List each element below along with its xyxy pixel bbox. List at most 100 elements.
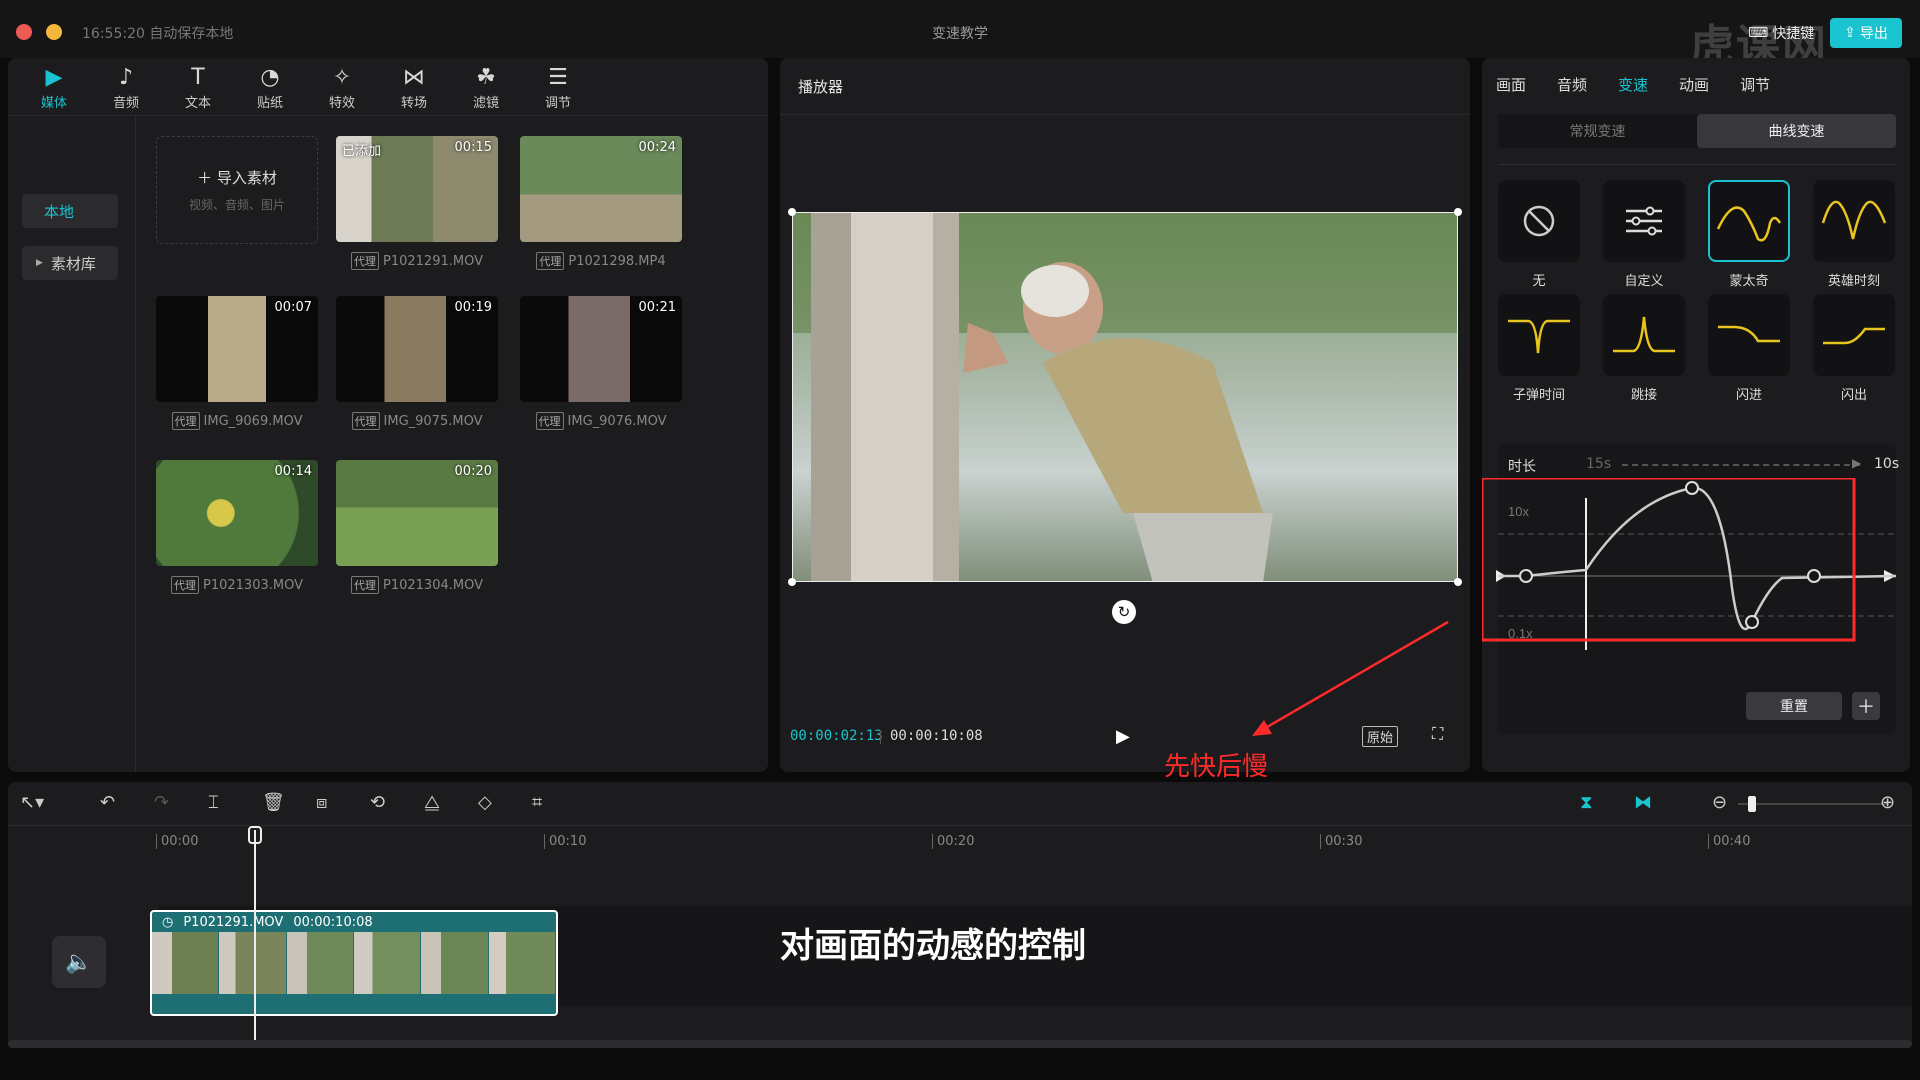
title-bar: 16:55:20 自动保存本地 变速教学 虎课网 ⌨ 快捷键 ⇪ 导出: [0, 0, 1920, 72]
media-clip[interactable]: 00:14 代理 P1021303.MOV: [156, 460, 318, 594]
rotate-icon[interactable]: ↻: [1112, 600, 1136, 624]
freeze-frame-icon[interactable]: ⧈: [316, 792, 327, 813]
minimize-window-button[interactable]: [46, 24, 62, 40]
tab-media[interactable]: ▶ 媒体: [26, 58, 82, 115]
resize-handle[interactable]: [1454, 578, 1462, 586]
track-mute-button[interactable]: 🔈: [52, 936, 106, 988]
tab-label: 媒体: [40, 96, 67, 111]
undo-icon[interactable]: ↶: [100, 792, 115, 813]
preset-bullet-time[interactable]: 子弹时间: [1498, 294, 1580, 403]
select-cursor-icon[interactable]: ↖▾: [20, 792, 44, 813]
zoom-slider-thumb[interactable]: [1748, 796, 1756, 812]
divider: [1498, 164, 1896, 165]
export-button[interactable]: ⇪ 导出: [1830, 18, 1902, 48]
delete-icon[interactable]: 🗑: [262, 792, 285, 813]
tab-canvas[interactable]: 画面: [1496, 74, 1526, 95]
clip-duration: 00:19: [454, 300, 492, 315]
flash-out-curve-icon: [1823, 327, 1885, 345]
media-clip[interactable]: 00:21 代理 IMG_9076.MOV: [520, 296, 682, 430]
effects-icon: ✧: [332, 65, 352, 90]
export-icon: ⇪: [1844, 25, 1856, 41]
tab-text[interactable]: T 文本: [170, 58, 226, 115]
mirror-icon[interactable]: ⧋: [424, 792, 440, 813]
add-point-button[interactable]: ＋: [1852, 692, 1880, 720]
tab-sticker[interactable]: ◔ 贴纸: [242, 58, 298, 115]
media-clip[interactable]: 已添加 00:15 代理 P1021291.MOV: [336, 136, 498, 270]
zoom-slider[interactable]: [1738, 803, 1888, 805]
media-sidebar: 本地 ▶ 素材库: [8, 116, 136, 772]
resize-handle[interactable]: [1454, 208, 1462, 216]
clip-name: IMG_9075.MOV: [383, 413, 483, 429]
play-icon[interactable]: ▶: [1116, 726, 1130, 747]
tab-label: 调节: [544, 96, 571, 111]
import-media-button[interactable]: ＋ 导入素材 视频、音频、图片: [156, 136, 318, 244]
resize-handle[interactable]: [788, 208, 796, 216]
preset-custom[interactable]: 自定义: [1603, 180, 1685, 289]
redo-icon[interactable]: ↷: [154, 792, 169, 813]
media-clip[interactable]: 00:24 代理 P1021298.MP4: [520, 136, 682, 270]
curve-point: [1807, 569, 1821, 583]
snap-icon[interactable]: ⧗: [1580, 792, 1593, 813]
properties-tab-bar: 画面 音频 变速 动画 调节: [1496, 74, 1770, 95]
preset-flash-in[interactable]: 闪进: [1708, 294, 1790, 403]
divider: [880, 730, 881, 744]
clip-thumbnail: 00:14: [156, 460, 318, 566]
preset-hero-moment[interactable]: 英雄时刻: [1813, 180, 1895, 289]
tab-audio[interactable]: 音频: [1557, 74, 1587, 95]
playhead[interactable]: [254, 830, 256, 1040]
speed-curve-graph[interactable]: 10x 0.1x: [1482, 478, 1910, 688]
annotation-text: 先快后慢: [1164, 752, 1269, 782]
clip-thumbnail: 00:19: [336, 296, 498, 402]
tab-filter[interactable]: ☘ 滤镜: [458, 58, 514, 115]
tab-audio[interactable]: ♪ 音频: [98, 58, 154, 115]
curve-max-label: 10x: [1508, 504, 1529, 519]
curve-point: [1745, 615, 1759, 629]
clip-duration: 00:15: [454, 140, 492, 155]
duration-original: 15s: [1586, 456, 1612, 472]
tab-adjust[interactable]: 调节: [1740, 74, 1770, 95]
reverse-icon[interactable]: ⟲: [370, 792, 385, 813]
close-window-button[interactable]: [16, 24, 32, 40]
crop-icon[interactable]: ⌗: [532, 792, 542, 813]
sidebar-item-local[interactable]: 本地: [22, 194, 118, 228]
rotate-clip-icon[interactable]: ◇: [478, 792, 492, 813]
shortcut-label: 快捷键: [1772, 26, 1815, 42]
resize-handle[interactable]: [788, 578, 796, 586]
preset-jump-cut[interactable]: 跳接: [1603, 294, 1685, 403]
zoom-in-icon[interactable]: ⊕: [1880, 792, 1895, 813]
link-icon[interactable]: ⧓: [1634, 792, 1652, 813]
hero-moment-curve-icon: [1821, 200, 1887, 240]
ruler-tick: 00:30: [1320, 834, 1362, 849]
media-clip[interactable]: 00:19 代理 IMG_9075.MOV: [336, 296, 498, 430]
reset-button[interactable]: 重置: [1746, 692, 1842, 720]
tab-effects[interactable]: ✧ 特效: [314, 58, 370, 115]
segment-curve-speed[interactable]: 曲线变速: [1697, 114, 1896, 148]
timeline-clip[interactable]: ◷ P1021291.MOV 00:00:10:08: [150, 910, 558, 1016]
preset-label: 跳接: [1630, 388, 1657, 403]
tab-transition[interactable]: ⋈ 转场: [386, 58, 442, 115]
timeline-scrollbar[interactable]: [8, 1040, 1912, 1048]
split-icon[interactable]: ⌶: [208, 792, 219, 813]
annotation-arrow: [1252, 620, 1449, 736]
ruler-tick: 00:40: [1708, 834, 1750, 849]
timeline-panel: ↖▾ ↶ ↷ ⌶ 🗑 ⧈ ⟲ ⧋ ◇ ⌗ ⧗ ⧓ ⊖ ⊕ 00:00 00:10…: [8, 782, 1912, 1048]
media-clip[interactable]: 00:20 代理 P1021304.MOV: [336, 460, 498, 594]
clip-name: P1021304.MOV: [383, 577, 483, 593]
tab-animation[interactable]: 动画: [1679, 74, 1709, 95]
segment-normal-speed[interactable]: 常规变速: [1498, 114, 1697, 148]
shortcut-button[interactable]: ⌨ 快捷键: [1740, 20, 1822, 46]
tab-speed[interactable]: 变速: [1618, 74, 1648, 95]
clip-name: P1021298.MP4: [568, 253, 666, 269]
clip-thumbnail: 已添加 00:15: [336, 136, 498, 242]
tab-adjust[interactable]: ☰ 调节: [530, 58, 586, 115]
speed-mode-toggle: 常规变速 曲线变速: [1498, 114, 1896, 148]
timeline-ruler[interactable]: 00:00 00:10 00:20 00:30 00:40: [8, 826, 1912, 852]
preset-flash-out[interactable]: 闪出: [1813, 294, 1895, 403]
preset-none[interactable]: 无: [1498, 180, 1580, 289]
preset-montage[interactable]: 蒙太奇: [1708, 180, 1790, 289]
zoom-out-icon[interactable]: ⊖: [1712, 792, 1727, 813]
video-preview[interactable]: [792, 212, 1458, 582]
window-title: 变速教学: [932, 26, 988, 42]
media-clip[interactable]: 00:07 代理 IMG_9069.MOV: [156, 296, 318, 430]
sidebar-item-library[interactable]: ▶ 素材库: [22, 246, 118, 280]
